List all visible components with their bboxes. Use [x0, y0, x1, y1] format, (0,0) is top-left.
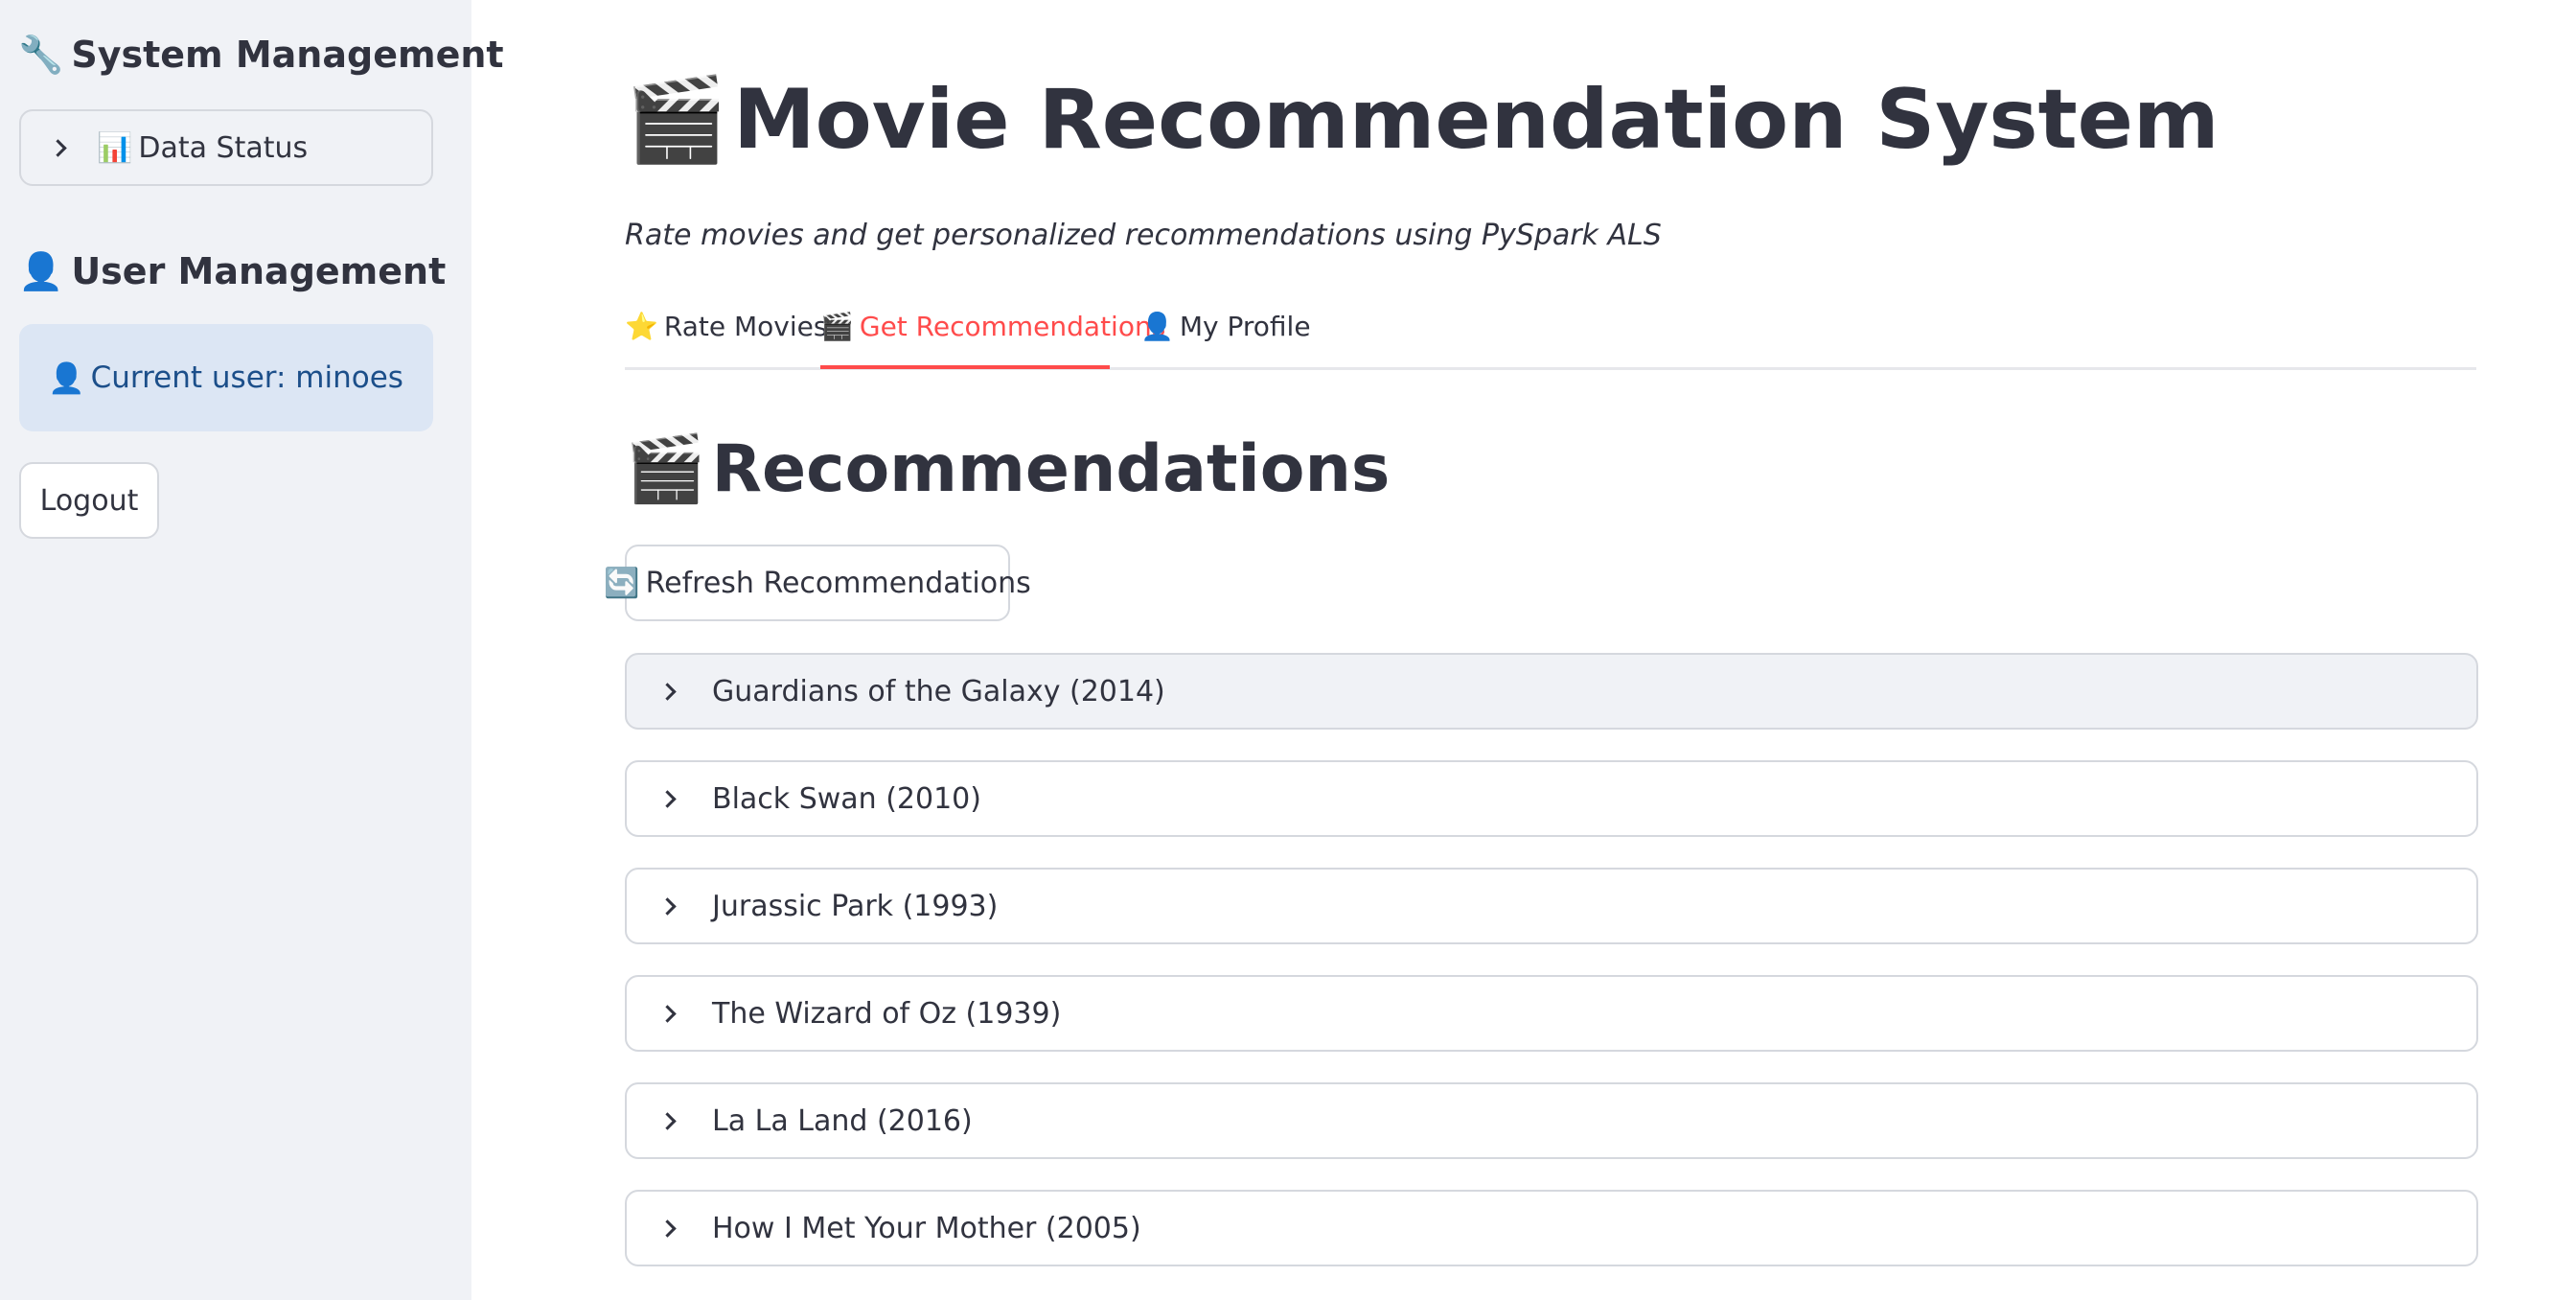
- tab-rate-movies[interactable]: ⭐ Rate Movies: [625, 311, 827, 370]
- user-icon: 👤: [1140, 311, 1174, 342]
- recommendations-heading: 🎬Recommendations: [625, 431, 1391, 507]
- chevron-right-icon: [658, 682, 677, 701]
- sidebar: 🔧 System Management 📊 Data Status 👤 User M…: [0, 0, 504, 1300]
- tab-bar: ⭐ Rate Movies 🎬 Get Recommendations 👤 My Pr…: [625, 303, 2476, 370]
- movie-expander[interactable]: How I Met Your Mother (2005): [625, 1190, 2478, 1266]
- movie-expander[interactable]: The Wizard of Oz (1939): [625, 975, 2478, 1052]
- wrench-icon: 🔧: [18, 34, 64, 76]
- app-window: 🔧 System Management 📊 Data Status 👤 User M…: [0, 0, 2576, 1300]
- bar-chart-icon: 📊: [97, 130, 133, 165]
- clapperboard-icon: 🎬: [820, 311, 854, 342]
- clapperboard-icon: 🎬: [625, 72, 728, 168]
- page-title: 🎬Movie Recommendation System: [625, 72, 2220, 168]
- main-content: 🎬Movie Recommendation System Rate movies…: [472, 0, 2576, 1300]
- current-user-info: 👤 Current user: minoes: [19, 324, 433, 431]
- tab-get-recommendations[interactable]: 🎬 Get Recommendations: [820, 311, 1165, 370]
- system-management-heading: 🔧 System Management: [18, 34, 504, 76]
- logout-button[interactable]: Logout: [19, 462, 159, 539]
- chevron-right-icon: [658, 1219, 677, 1238]
- chevron-right-icon: [658, 789, 677, 808]
- chevron-right-icon: [49, 138, 67, 157]
- movie-expander[interactable]: Black Swan (2010): [625, 760, 2478, 837]
- chevron-right-icon: [658, 1004, 677, 1023]
- user-icon: 👤: [18, 250, 64, 292]
- page-subtitle: Rate movies and get personalized recomme…: [625, 219, 1662, 252]
- active-tab-indicator: [820, 365, 1110, 369]
- movie-expander[interactable]: Jurassic Park (1993): [625, 868, 2478, 944]
- tab-my-profile[interactable]: 👤 My Profile: [1140, 311, 1311, 370]
- refresh-recommendations-button[interactable]: 🔄 Refresh Recommendations: [604, 545, 1031, 621]
- star-icon: ⭐: [625, 311, 658, 342]
- user-management-heading: 👤 User Management: [18, 250, 447, 292]
- clapperboard-icon: 🎬: [625, 431, 706, 507]
- user-icon: 👤: [48, 360, 85, 396]
- data-status-expander[interactable]: 📊 Data Status: [19, 109, 433, 186]
- movie-expander[interactable]: Guardians of the Galaxy (2014): [625, 653, 2478, 730]
- refresh-icon: 🔄: [604, 566, 640, 600]
- chevron-right-icon: [658, 896, 677, 916]
- chevron-right-icon: [658, 1111, 677, 1130]
- movie-expander[interactable]: La La Land (2016): [625, 1082, 2478, 1159]
